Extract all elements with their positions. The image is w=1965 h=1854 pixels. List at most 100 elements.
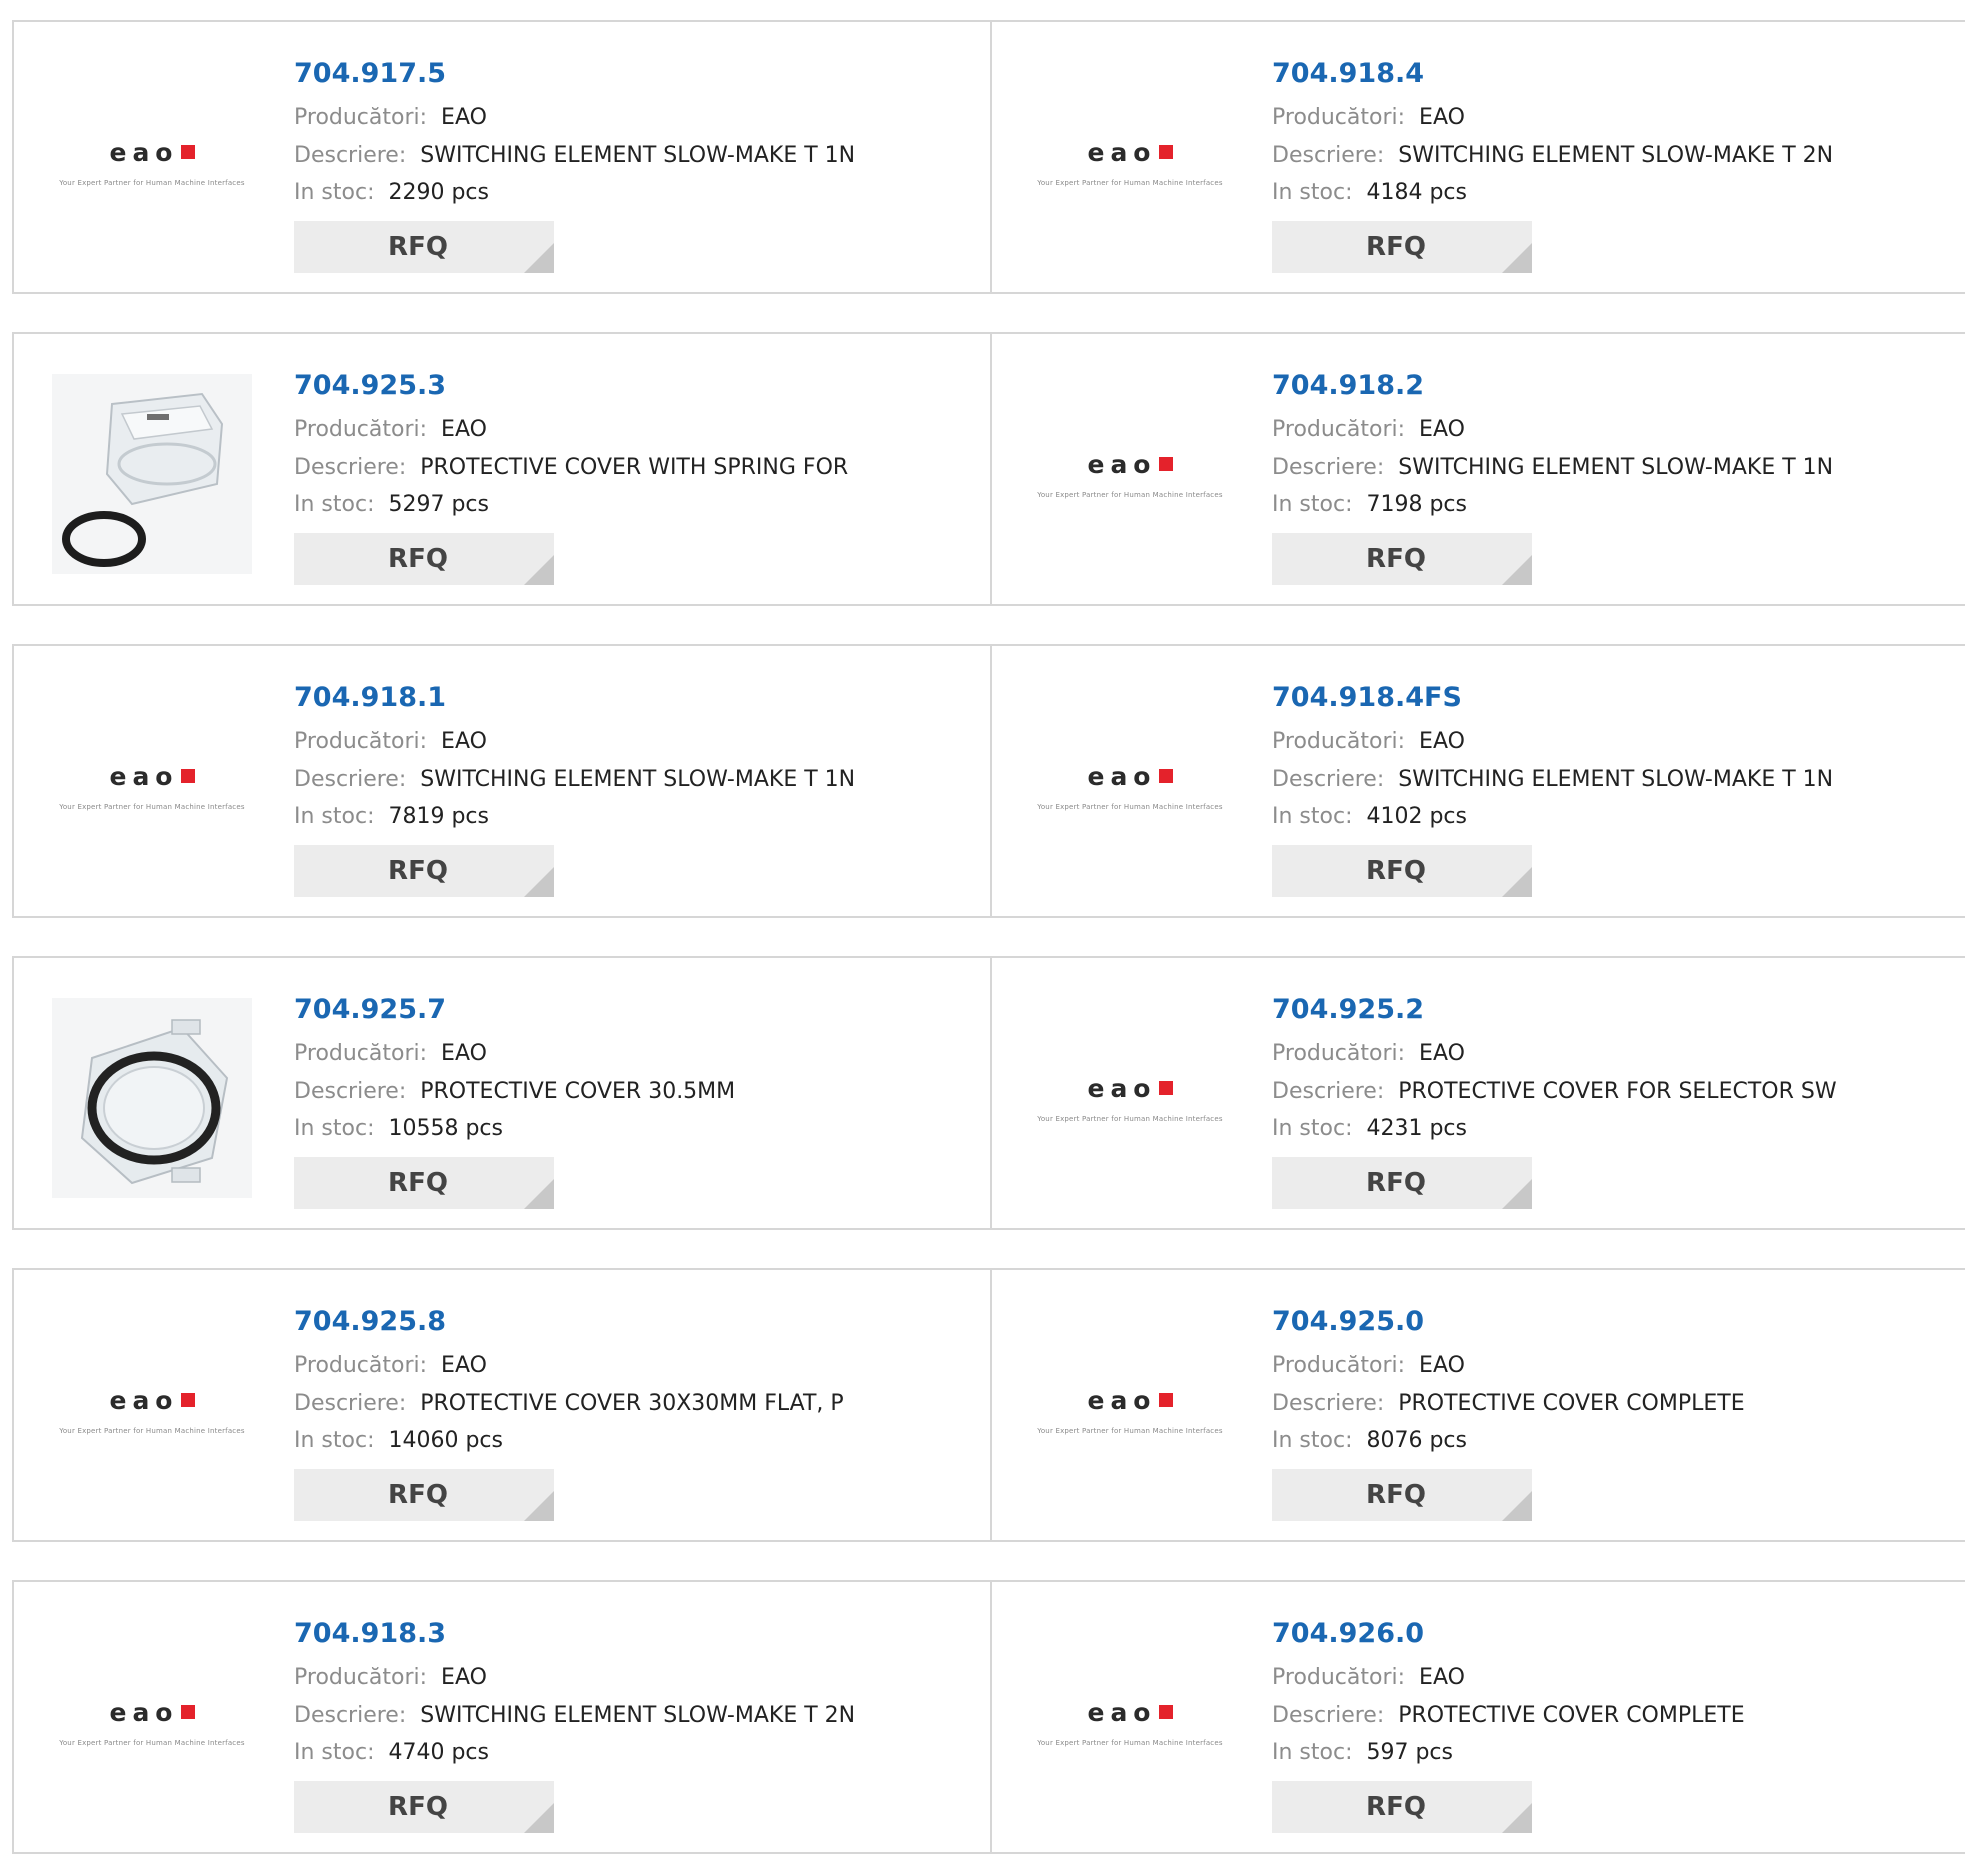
manufacturer-field-value: EAO <box>1419 105 1465 130</box>
stock-field: In stoc: 4740 pcs <box>294 1740 489 1765</box>
manufacturer-field-value: EAO <box>441 1353 487 1378</box>
manufacturer-logo[interactable]: eao Your Expert Partner for Human Machine… <box>1030 1310 1230 1510</box>
rfq-button-label: RFQ <box>1366 1168 1426 1198</box>
part-number-link[interactable]: 704.918.4FS <box>1272 682 1462 713</box>
part-number-link[interactable]: 704.918.2 <box>1272 370 1424 401</box>
manufacturer-field-value: EAO <box>1419 1041 1465 1066</box>
part-number-link[interactable]: 704.925.0 <box>1272 1306 1424 1337</box>
stock-field: In stoc: 2290 pcs <box>294 180 489 205</box>
manufacturer-logo[interactable]: eao Your Expert Partner for Human Machine… <box>52 1310 252 1510</box>
description-field-value: SWITCHING ELEMENT SLOW-MAKE T 1N <box>420 767 856 792</box>
rfq-button[interactable]: RFQ <box>1272 1781 1532 1833</box>
stock-field-value: 4740 pcs <box>388 1740 489 1765</box>
stock-field-value: 2290 pcs <box>388 180 489 205</box>
rfq-button[interactable]: RFQ <box>294 533 554 585</box>
product-image[interactable] <box>52 374 252 574</box>
rfq-corner-triangle-icon <box>524 1179 554 1209</box>
stock-field-label: In stoc: <box>294 1116 375 1141</box>
rfq-corner-triangle-icon <box>1502 555 1532 585</box>
manufacturer-field-label: Producători: <box>294 105 428 130</box>
stock-field-label: In stoc: <box>294 1740 375 1765</box>
eao-logo-tagline: Your Expert Partner for Human Machine In… <box>59 802 245 811</box>
manufacturer-field: Producători: EAO <box>1272 1353 1465 1378</box>
rfq-button[interactable]: RFQ <box>294 221 554 273</box>
eao-logo-square <box>1158 769 1173 783</box>
manufacturer-field: Producători: EAO <box>1272 729 1465 754</box>
protective-cover-spring-photo <box>52 374 252 574</box>
stock-field: In stoc: 5297 pcs <box>294 492 489 517</box>
part-number-link[interactable]: 704.918.3 <box>294 1618 446 1649</box>
rfq-button[interactable]: RFQ <box>1272 533 1532 585</box>
part-number-link[interactable]: 704.918.1 <box>294 682 446 713</box>
product-card: eao Your Expert Partner for Human Machine… <box>990 644 1965 918</box>
stock-field-value: 8076 pcs <box>1366 1428 1467 1453</box>
eao-logo: eao Your Expert Partner for Human Machine… <box>1037 138 1222 187</box>
eao-logo-text: eao <box>1087 449 1157 479</box>
manufacturer-field-value: EAO <box>441 417 487 442</box>
rfq-button[interactable]: RFQ <box>1272 1469 1532 1521</box>
manufacturer-field: Producători: EAO <box>294 1665 487 1690</box>
stock-field: In stoc: 4231 pcs <box>1272 1116 1467 1141</box>
manufacturer-logo[interactable]: eao Your Expert Partner for Human Machine… <box>1030 62 1230 262</box>
stock-field-label: In stoc: <box>1272 1740 1353 1765</box>
eao-logo-square <box>1158 1705 1173 1719</box>
protective-cover-ring-photo <box>52 998 252 1198</box>
rfq-corner-triangle-icon <box>524 867 554 897</box>
manufacturer-logo[interactable]: eao Your Expert Partner for Human Machine… <box>1030 1622 1230 1822</box>
part-number-link[interactable]: 704.917.5 <box>294 58 446 89</box>
rfq-corner-triangle-icon <box>1502 1179 1532 1209</box>
description-field-value: PROTECTIVE COVER COMPLETE <box>1398 1703 1745 1728</box>
part-number-link[interactable]: 704.925.7 <box>294 994 446 1025</box>
manufacturer-logo[interactable]: eao Your Expert Partner for Human Machine… <box>52 1622 252 1822</box>
manufacturer-logo[interactable]: eao Your Expert Partner for Human Machine… <box>1030 998 1230 1198</box>
manufacturer-field-value: EAO <box>441 1665 487 1690</box>
manufacturer-field-value: EAO <box>441 105 487 130</box>
eao-logo-text: eao <box>1087 137 1157 167</box>
manufacturer-logo[interactable]: eao Your Expert Partner for Human Machine… <box>52 686 252 886</box>
description-field: Descriere: SWITCHING ELEMENT SLOW-MAKE T … <box>1272 767 1833 792</box>
rfq-button[interactable]: RFQ <box>1272 845 1532 897</box>
description-field-value: SWITCHING ELEMENT SLOW-MAKE T 2N <box>420 1703 856 1728</box>
part-number-link[interactable]: 704.925.2 <box>1272 994 1424 1025</box>
description-field: Descriere: PROTECTIVE COVER COMPLETE <box>1272 1703 1745 1728</box>
manufacturer-field-label: Producători: <box>294 1353 428 1378</box>
manufacturer-field-value: EAO <box>1419 1353 1465 1378</box>
rfq-corner-triangle-icon <box>524 1491 554 1521</box>
product-image[interactable] <box>52 998 252 1198</box>
product-card: eao Your Expert Partner for Human Machine… <box>990 1268 1965 1542</box>
rfq-button[interactable]: RFQ <box>294 1469 554 1521</box>
eao-logo: eao Your Expert Partner for Human Machine… <box>1037 450 1222 499</box>
rfq-button[interactable]: RFQ <box>1272 1157 1532 1209</box>
description-field: Descriere: SWITCHING ELEMENT SLOW-MAKE T … <box>294 767 855 792</box>
manufacturer-field: Producători: EAO <box>1272 1665 1465 1690</box>
stock-field-value: 14060 pcs <box>388 1428 503 1453</box>
part-number-link[interactable]: 704.925.3 <box>294 370 446 401</box>
manufacturer-logo[interactable]: eao Your Expert Partner for Human Machine… <box>1030 686 1230 886</box>
eao-logo-tagline: Your Expert Partner for Human Machine In… <box>1037 178 1223 187</box>
description-field-value: SWITCHING ELEMENT SLOW-MAKE T 1N <box>1398 455 1834 480</box>
rfq-corner-triangle-icon <box>1502 867 1532 897</box>
manufacturer-field: Producători: EAO <box>1272 1041 1465 1066</box>
manufacturer-field-label: Producători: <box>294 1041 428 1066</box>
part-number-link[interactable]: 704.918.4 <box>1272 58 1424 89</box>
rfq-corner-triangle-icon <box>1502 1803 1532 1833</box>
rfq-button[interactable]: RFQ <box>1272 221 1532 273</box>
manufacturer-field-label: Producători: <box>1272 729 1406 754</box>
description-field: Descriere: PROTECTIVE COVER 30.5MM <box>294 1079 735 1104</box>
eao-logo-text: eao <box>109 761 179 791</box>
eao-logo-square <box>1158 1393 1173 1407</box>
part-number-link[interactable]: 704.926.0 <box>1272 1618 1424 1649</box>
rfq-corner-triangle-icon <box>524 243 554 273</box>
eao-logo: eao Your Expert Partner for Human Machine… <box>59 1698 244 1747</box>
product-card: 704.925.3 Producători: EAO Descriere: PROTEC… <box>12 332 990 606</box>
rfq-button-label: RFQ <box>388 544 448 574</box>
manufacturer-logo[interactable]: eao Your Expert Partner for Human Machine… <box>1030 374 1230 574</box>
rfq-button[interactable]: RFQ <box>294 845 554 897</box>
rfq-button[interactable]: RFQ <box>294 1157 554 1209</box>
manufacturer-logo[interactable]: eao Your Expert Partner for Human Machine… <box>52 62 252 262</box>
product-row: eao Your Expert Partner for Human Machine… <box>12 1268 1965 1542</box>
product-card: eao Your Expert Partner for Human Machine… <box>990 956 1965 1230</box>
rfq-button[interactable]: RFQ <box>294 1781 554 1833</box>
part-number-link[interactable]: 704.925.8 <box>294 1306 446 1337</box>
eao-logo-text: eao <box>109 137 179 167</box>
